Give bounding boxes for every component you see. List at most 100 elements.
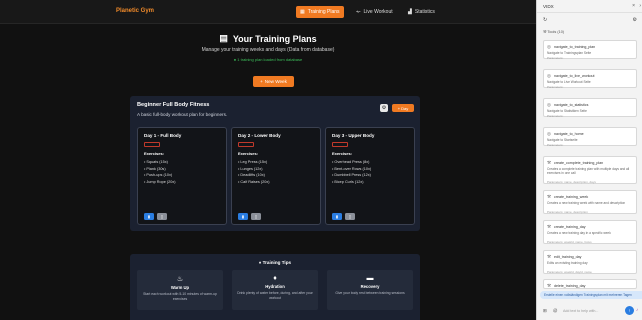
tip-card: ♨ Warm Up Start each workout with 5-10 m…: [137, 270, 223, 310]
tip-text: Start each workout with 5-10 minutes of …: [143, 292, 217, 301]
new-week-button[interactable]: + New Week: [253, 76, 294, 87]
lightbulb-icon: ♦: [258, 260, 262, 265]
tool-card[interactable]: ⚒ delete_training_day: [543, 279, 637, 289]
copy-icon: ▯: [254, 214, 258, 219]
file-icon: ▮: [335, 214, 339, 219]
exercise-text: Bicep Curls (12x): [334, 179, 364, 184]
edit-day-button[interactable]: ▮: [238, 213, 248, 220]
send-button[interactable]: ↑: [625, 306, 634, 315]
exercise-text: Leg Press (15x): [240, 160, 268, 164]
tip-text: Give your body rest between training ses…: [335, 291, 405, 295]
tool-name: navigate_to_statistics: [554, 102, 589, 107]
tool-description: Creates a new training week with name an…: [547, 201, 626, 205]
chat-message: Erstelle einen vollständigen Trainingspl…: [540, 291, 642, 299]
edit-day-button[interactable]: ▮: [332, 213, 342, 220]
wrench-icon: ⚒: [547, 224, 551, 229]
add-day-button[interactable]: + Day: [392, 104, 414, 112]
tool-params: Parameters: name, description, days: [547, 180, 596, 184]
wrench-icon: ⚒: [547, 254, 551, 259]
more-icon[interactable]: ›: [639, 3, 641, 9]
gym-app: Planetic Gym ▦ Training Plans ⟛ Live Wor…: [0, 0, 536, 320]
tool-card[interactable]: ◎ navigate_to_training_plan Navigate to …: [543, 40, 637, 60]
exercise-text: Overhead Press (8x): [334, 160, 370, 164]
tool-card[interactable]: ⚒ create_training_week Creates a new tra…: [543, 190, 637, 214]
tool-card[interactable]: ⚒ create_training_day Creates a new trai…: [543, 220, 637, 244]
copy-icon: ▯: [348, 214, 352, 219]
day-focus-tag: [238, 142, 254, 147]
chat-input[interactable]: [563, 307, 615, 315]
copy-day-button[interactable]: ▯: [251, 213, 261, 220]
day-card: Day 3 - Upper Body Exercises: • Overhead…: [325, 127, 415, 225]
nav-statistics[interactable]: ▟ Statistics: [404, 6, 439, 18]
exercise-item: • Lunges (12x): [238, 166, 263, 171]
tip-name: Recovery: [360, 284, 380, 289]
copy-day-button[interactable]: ▯: [157, 213, 167, 220]
refresh-icon[interactable]: ↻: [543, 17, 547, 23]
nav-live-workout[interactable]: ⟛ Live Workout: [352, 6, 397, 18]
compass-icon: ◎: [547, 44, 551, 49]
tool-params: Parameters:: [547, 114, 564, 118]
tips-title: ♦ Training Tips: [130, 260, 420, 265]
plan-card: Beginner Full Body Fitness A basic full-…: [130, 96, 420, 231]
day-title: Day 1 - Full Body: [144, 133, 182, 138]
day-actions: ▮ ▯: [238, 213, 261, 220]
tool-name: create_training_week: [554, 194, 589, 199]
brand-logo[interactable]: Planetic Gym: [116, 8, 154, 14]
chart-icon: ▟: [408, 9, 412, 15]
gear-icon[interactable]: ⚙: [633, 17, 637, 23]
exercise-list: • Leg Press (15x) • Lunges (12x) • Deadl…: [238, 159, 270, 185]
exercise-item: • Calf Raises (20x): [238, 179, 270, 184]
wrench-icon: ⚒: [547, 194, 551, 199]
tool-name: create_complete_training_plan: [554, 160, 604, 165]
exercise-list: • Squats (15x) • Plank (30s) • Push-ups …: [144, 159, 176, 185]
tool-card[interactable]: ⚒ edit_training_day Edits an existing tr…: [543, 250, 637, 274]
new-week-label: New Week: [264, 79, 287, 84]
chat-input-bar: ⊞ @ ↑ ♪: [537, 305, 642, 317]
exercise-text: Squats (15x): [146, 160, 168, 164]
tip-name: Warm Up: [170, 285, 190, 290]
compass-icon: ◎: [547, 102, 551, 107]
compass-icon: ◎: [547, 131, 551, 136]
exercise-item: • Dumbbell Press (12x): [332, 173, 371, 178]
flame-icon: ♨: [176, 276, 184, 283]
tool-card[interactable]: ◎ navigate_to_statistics Navigate to Sta…: [543, 98, 637, 118]
screen: Planetic Gym ▦ Training Plans ⟛ Live Wor…: [0, 0, 642, 320]
tool-params: Parameters:: [547, 56, 564, 60]
tool-description: Navigate to Trainingsplan Seite: [547, 51, 592, 55]
edit-day-button[interactable]: ▮: [144, 213, 154, 220]
tip-text: Drink plenty of water before, during, an…: [237, 291, 313, 300]
nav-training-plans[interactable]: ▦ Training Plans: [296, 6, 344, 18]
tool-params: Parameters: weekId, name, focus: [547, 240, 592, 244]
plan-settings-button[interactable]: ⚙: [380, 104, 388, 112]
tool-card[interactable]: ◎ navigate_to_live_workout Navigate to L…: [543, 69, 637, 89]
tools-label: ⚒ Tools (10): [543, 29, 564, 34]
tool-description: Navigate to Statistiken Seite: [547, 109, 587, 113]
panel-toolbar: ↻ ⚙: [537, 16, 642, 26]
attach-icon[interactable]: ⊞: [543, 308, 547, 314]
panel-title: VIDX: [543, 4, 554, 9]
page-title: ▤ Your Training Plans: [0, 33, 536, 44]
exercise-item: • Push-ups (10x): [144, 173, 173, 178]
tool-card[interactable]: ◎ navigate_to_home Navigate to Startseit…: [543, 127, 637, 147]
mention-icon[interactable]: @: [553, 308, 557, 313]
exercise-text: Dumbbell Press (12x): [334, 173, 371, 178]
exercise-text: Bent-over Rows (10x): [334, 166, 372, 171]
exercise-item: • Bent-over Rows (10x): [332, 166, 372, 171]
tools-label-text: Tools (10): [547, 30, 565, 34]
page-title-text: Your Training Plans: [232, 33, 317, 44]
dumbbell-icon: ⟛: [356, 9, 361, 15]
close-icon[interactable]: ×: [632, 3, 635, 9]
nav-label: Statistics: [414, 9, 435, 15]
microphone-icon[interactable]: ♪: [636, 307, 638, 312]
copy-icon: ▯: [160, 214, 164, 219]
file-icon: ▮: [241, 214, 245, 219]
nav-label: Training Plans: [307, 9, 340, 15]
file-icon: ▮: [147, 214, 151, 219]
tool-description: Navigate to Startseite: [547, 138, 578, 142]
tip-name: Hydration: [265, 284, 285, 289]
day-actions: ▮ ▯: [144, 213, 167, 220]
tool-name: create_training_day: [554, 224, 586, 229]
tool-card[interactable]: ⚒ create_complete_training_plan Creates …: [543, 156, 637, 184]
exercise-item: • Overhead Press (8x): [332, 160, 370, 164]
copy-day-button[interactable]: ▯: [345, 213, 355, 220]
